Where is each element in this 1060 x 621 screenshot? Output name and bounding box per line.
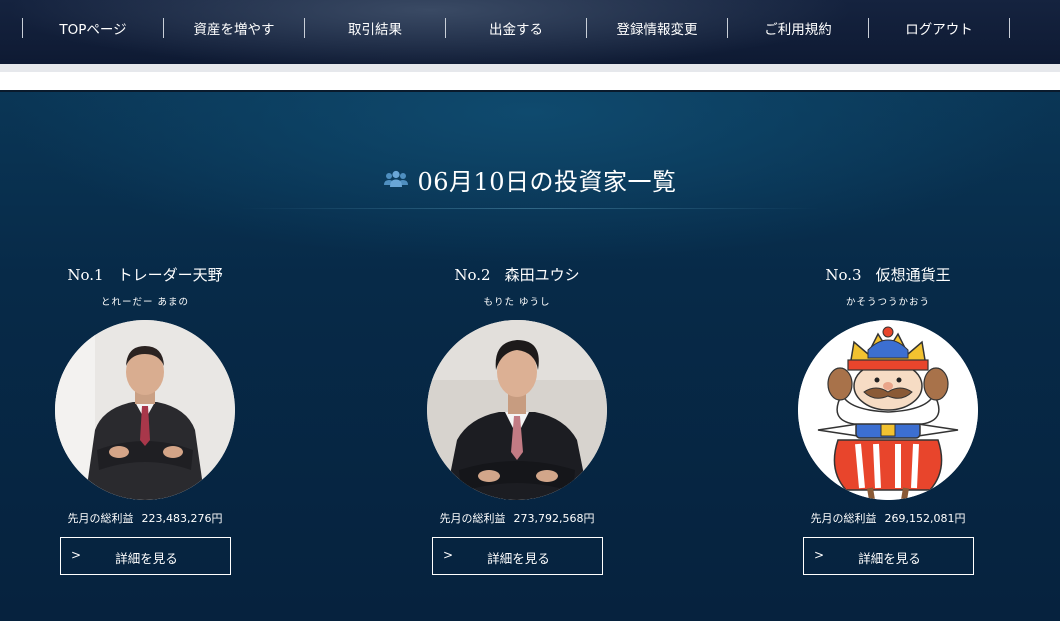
young-man-photo-icon bbox=[427, 320, 607, 500]
businessman-photo-icon bbox=[55, 320, 235, 500]
investor-avatar[interactable] bbox=[798, 320, 978, 500]
profit-value: 273,792,568円 bbox=[513, 512, 595, 525]
page-title: 06月10日の投資家一覧 bbox=[417, 167, 677, 196]
nav-item-withdraw[interactable]: 出金する bbox=[445, 18, 586, 38]
profit-value: 269,152,081円 bbox=[884, 512, 966, 525]
investor-rank: No.1 bbox=[67, 266, 104, 284]
nav-item-top[interactable]: TOPページ bbox=[22, 18, 163, 38]
investor-rank: No.2 bbox=[454, 266, 491, 284]
button-label: 詳細を見る bbox=[115, 551, 178, 566]
investor-kana: とれーだー あまの bbox=[100, 297, 190, 308]
view-details-button[interactable]: > 詳細を見る bbox=[432, 537, 603, 575]
investor-card-2: No.2 森田ユウシ もりた ゆうし 先月の総利益 273,792,568円 >… bbox=[397, 264, 637, 604]
investor-name-line: No.1 トレーダー天野 bbox=[25, 264, 265, 285]
button-label: 詳細を見る bbox=[487, 551, 550, 566]
profit-value: 223,483,276円 bbox=[141, 512, 223, 525]
profit-label: 先月の総利益 bbox=[810, 512, 877, 525]
users-icon bbox=[384, 170, 409, 187]
investor-profit: 先月の総利益 273,792,568円 bbox=[397, 510, 637, 526]
investor-name: 仮想通貨王 bbox=[875, 266, 951, 284]
header-band bbox=[0, 64, 1060, 92]
investor-name-line: No.3 仮想通貨王 bbox=[768, 264, 1008, 285]
nav-divider bbox=[1009, 18, 1010, 38]
investor-profit: 先月の総利益 223,483,276円 bbox=[25, 510, 265, 526]
investor-card-1: No.1 トレーダー天野 とれーだー あまの 先月の総利益 223,483,27… bbox=[25, 264, 265, 604]
section-heading: 06月10日の投資家一覧 bbox=[0, 162, 1060, 196]
nav-list: TOPページ 資産を増やす 取引結果 出金する 登録情報変更 ご利用規約 ログア… bbox=[22, 18, 1009, 38]
profit-label: 先月の総利益 bbox=[67, 512, 134, 525]
investor-name: 森田ユウシ bbox=[504, 266, 580, 284]
investor-card-3: No.3 仮想通貨王 かそうつうかおう 先月の総利益 269,152,081円 … bbox=[768, 264, 1008, 604]
investor-profit: 先月の総利益 269,152,081円 bbox=[768, 510, 1008, 526]
view-details-button[interactable]: > 詳細を見る bbox=[60, 537, 231, 575]
investor-name: トレーダー天野 bbox=[117, 266, 223, 284]
top-navbar: TOPページ 資産を増やす 取引結果 出金する 登録情報変更 ご利用規約 ログア… bbox=[0, 0, 1060, 64]
view-details-button[interactable]: > 詳細を見る bbox=[803, 537, 974, 575]
investor-name-line: No.2 森田ユウシ bbox=[397, 264, 637, 285]
nav-item-trade-results[interactable]: 取引結果 bbox=[304, 18, 445, 38]
nav-item-terms[interactable]: ご利用規約 bbox=[727, 18, 868, 38]
button-label: 詳細を見る bbox=[858, 551, 921, 566]
profit-label: 先月の総利益 bbox=[439, 512, 506, 525]
investor-rank: No.3 bbox=[825, 266, 862, 284]
investor-list-section: 06月10日の投資家一覧 No.1 トレーダー天野 とれーだー あまの 先月の総… bbox=[0, 92, 1060, 621]
investor-avatar[interactable] bbox=[55, 320, 235, 500]
investor-avatar[interactable] bbox=[427, 320, 607, 500]
cartoon-king-icon bbox=[798, 320, 978, 500]
nav-item-logout[interactable]: ログアウト bbox=[868, 18, 1009, 38]
nav-item-edit-registration[interactable]: 登録情報変更 bbox=[586, 18, 727, 38]
investor-kana: もりた ゆうし bbox=[483, 297, 551, 308]
title-divider bbox=[240, 208, 820, 209]
investor-kana: かそうつうかおう bbox=[845, 297, 930, 308]
nav-item-increase-assets[interactable]: 資産を増やす bbox=[163, 18, 304, 38]
